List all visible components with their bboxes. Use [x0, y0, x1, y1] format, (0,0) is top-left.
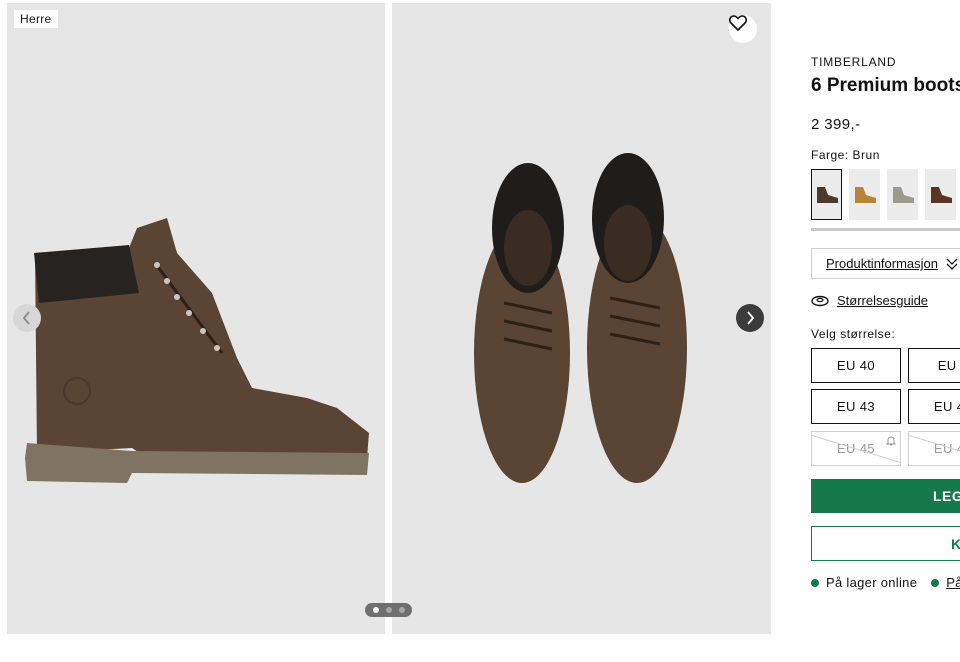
- product-info-button[interactable]: Produktinformasjon: [811, 248, 960, 279]
- product-gallery: Herre: [7, 3, 771, 634]
- category-badge: Herre: [14, 10, 58, 28]
- favorite-button[interactable]: [729, 15, 757, 43]
- boot-thumb-brown: [816, 186, 838, 203]
- stock-store-link[interactable]: På l: [946, 575, 960, 590]
- size-option[interactable]: EU 43: [908, 389, 960, 424]
- size-label: EU 43: [836, 399, 876, 414]
- in-stock-dot: [811, 578, 819, 587]
- chevron-right-icon: [747, 311, 755, 325]
- swatch-scrollbar[interactable]: [811, 228, 960, 231]
- in-stock-dot: [931, 578, 940, 587]
- tape-measure-icon: [811, 295, 829, 306]
- secondary-action-button[interactable]: K: [811, 526, 960, 561]
- boot-thumb-wheat: [854, 186, 876, 203]
- size-option[interactable]: EU 4: [908, 348, 960, 383]
- size-option[interactable]: EU 43: [811, 389, 901, 424]
- size-guide-label: Størrelsesguide: [837, 293, 929, 308]
- size-guide-link[interactable]: Størrelsesguide: [811, 293, 928, 308]
- previous-image-button[interactable]: [13, 304, 41, 332]
- size-label: EU 40: [836, 358, 876, 373]
- color-label: Farge: Brun: [811, 148, 880, 162]
- product-brand[interactable]: TIMBERLAND: [811, 55, 896, 69]
- gallery-pagination: [365, 603, 412, 617]
- swatch-brown[interactable]: [811, 169, 842, 220]
- size-option[interactable]: EU 40: [811, 348, 901, 383]
- stock-online-label: På lager online: [826, 575, 918, 590]
- size-label: EU 4: [937, 358, 960, 373]
- pagination-dot-2[interactable]: [385, 607, 392, 613]
- pagination-dot-1[interactable]: [372, 607, 379, 613]
- boot-thumb-dark-brown: [930, 186, 952, 203]
- add-to-cart-label: LEG: [933, 488, 960, 504]
- product-details: TIMBERLAND 6 Premium boots 2 399,- Farge…: [811, 0, 960, 662]
- choose-size-label: Velg størrelse:: [811, 327, 896, 341]
- bell-icon: [885, 436, 897, 446]
- double-chevron-down-icon: [946, 258, 958, 270]
- size-option-unavailable[interactable]: EU 45: [811, 431, 901, 466]
- product-image-side[interactable]: Herre: [7, 3, 385, 634]
- pagination-dot-3[interactable]: [398, 607, 405, 613]
- stock-status: På lager online På l: [811, 575, 960, 590]
- product-image-top[interactable]: [392, 3, 771, 634]
- size-label: EU 43: [933, 399, 960, 414]
- secondary-action-label: K: [951, 535, 960, 552]
- swatch-dark-brown[interactable]: [925, 169, 956, 220]
- heart-icon: [729, 15, 747, 31]
- product-price: 2 399,-: [811, 116, 861, 133]
- size-option-unavailable[interactable]: EU 45: [908, 431, 960, 466]
- boot-side-illustration: [25, 218, 369, 483]
- product-title: 6 Premium boots: [811, 75, 960, 96]
- next-image-button[interactable]: [736, 304, 764, 332]
- product-info-label: Produktinformasjon: [826, 256, 938, 271]
- boot-thumb-grey: [892, 186, 914, 203]
- swatch-wheat[interactable]: [849, 169, 880, 220]
- swatch-grey[interactable]: [887, 169, 918, 220]
- add-to-cart-button[interactable]: LEG: [811, 479, 960, 513]
- boots-top-illustration: [474, 153, 687, 483]
- chevron-left-icon: [22, 311, 30, 325]
- color-swatches: [811, 169, 956, 220]
